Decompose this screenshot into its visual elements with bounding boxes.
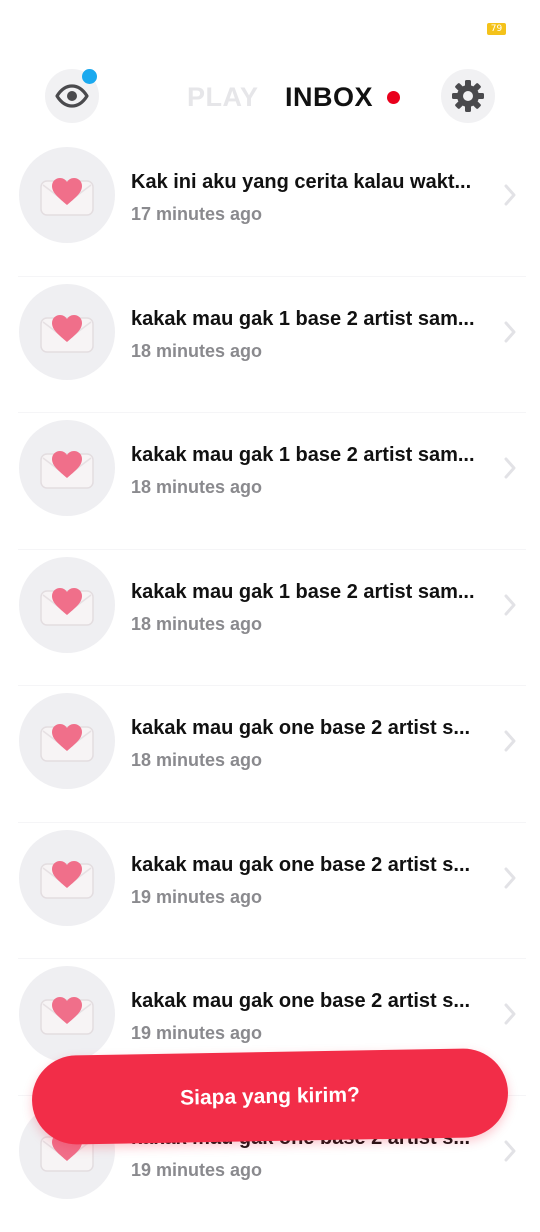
message-time: 18 minutes ago [131,341,262,362]
message-time: 18 minutes ago [131,477,262,498]
tab-inbox[interactable]: INBOX [285,82,373,113]
chevron-right-icon [503,1002,517,1026]
chevron-right-icon [503,593,517,617]
chevron-right-icon [503,1139,517,1163]
message-title: kakak mau gak 1 base 2 artist sam... [131,308,481,331]
list-item[interactable]: kakak mau gak 1 base 2 artist sam... 18 … [0,413,540,550]
message-title: kakak mau gak one base 2 artist s... [131,717,481,740]
message-time: 18 minutes ago [131,750,262,771]
message-title: kakak mau gak 1 base 2 artist sam... [131,581,481,604]
list-item[interactable]: kakak mau gak 1 base 2 artist sam... 18 … [0,550,540,687]
battery-indicator: 79 [487,23,506,35]
heart-envelope-icon [39,446,95,490]
who-sent-label: Siapa yang kirim? [180,1083,360,1110]
message-avatar [19,147,115,243]
message-title: Kak ini aku yang cerita kalau wakt... [131,171,481,194]
message-avatar [19,693,115,789]
chevron-right-icon [503,320,517,344]
message-time: 17 minutes ago [131,204,262,225]
chevron-right-icon [503,183,517,207]
list-item[interactable]: kakak mau gak one base 2 artist s... 19 … [0,823,540,960]
unread-dot [387,91,400,104]
message-avatar [19,830,115,926]
settings-button[interactable] [441,69,495,123]
list-item[interactable]: kakak mau gak 1 base 2 artist sam... 18 … [0,277,540,414]
heart-envelope-icon [39,856,95,900]
message-title: kakak mau gak 1 base 2 artist sam... [131,444,481,467]
list-item[interactable]: kakak mau gak one base 2 artist s... 18 … [0,686,540,823]
heart-envelope-icon [39,719,95,763]
message-time: 18 minutes ago [131,614,262,635]
list-item[interactable]: Kak ini aku yang cerita kalau wakt... 17… [0,140,540,277]
message-avatar [19,284,115,380]
status-bar: 79 [0,0,540,50]
header: PLAY INBOX [0,66,540,128]
eye-icon [55,84,89,108]
gear-icon [451,79,485,113]
heart-envelope-icon [39,583,95,627]
heart-envelope-icon [39,173,95,217]
message-time: 19 minutes ago [131,1160,262,1181]
notification-dot [82,69,97,84]
chevron-right-icon [503,456,517,480]
message-avatar [19,420,115,516]
message-avatar [19,966,115,1062]
message-time: 19 minutes ago [131,1023,262,1044]
heart-envelope-icon [39,310,95,354]
message-time: 19 minutes ago [131,887,262,908]
tab-play[interactable]: PLAY [187,82,259,113]
message-title: kakak mau gak one base 2 artist s... [131,990,481,1013]
chevron-right-icon [503,866,517,890]
who-sent-button[interactable]: Siapa yang kirim? [31,1048,508,1145]
heart-envelope-icon [39,992,95,1036]
message-avatar [19,557,115,653]
chevron-right-icon [503,729,517,753]
message-title: kakak mau gak one base 2 artist s... [131,854,481,877]
